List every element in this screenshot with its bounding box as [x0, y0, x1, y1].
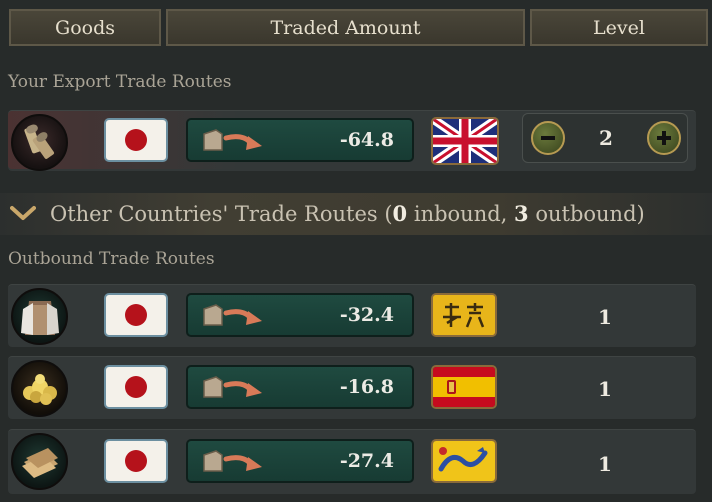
inbound-word: inbound, — [407, 202, 515, 226]
level-value: 1 — [598, 305, 612, 329]
gold-icon[interactable] — [11, 360, 68, 417]
japan-flag-icon[interactable] — [104, 118, 168, 162]
trade-arrow-icon — [203, 450, 262, 472]
level-stepper[interactable]: 2 — [522, 113, 688, 163]
inbound-count: 0 — [392, 201, 408, 226]
outbound-count: 3 — [514, 201, 529, 226]
qing-dragon-flag-icon[interactable] — [431, 439, 497, 483]
traded-amount-value: -32.4 — [339, 304, 394, 326]
japan-flag-icon[interactable] — [104, 439, 168, 483]
traded-amount-box: -27.4 — [186, 439, 414, 483]
level-value: 1 — [598, 377, 612, 401]
trade-arrow-icon — [203, 304, 262, 326]
column-header-goods[interactable]: Goods — [9, 9, 161, 46]
level-value: 2 — [599, 126, 613, 150]
column-header-goods-label: Goods — [55, 16, 115, 39]
trade-arrow-icon — [203, 376, 262, 398]
level-value: 1 — [598, 452, 612, 476]
spain-flag-icon[interactable] — [431, 365, 497, 409]
outbound-word: outbound) — [528, 202, 645, 226]
outbound-route-row[interactable]: -32.4 1 — [8, 284, 696, 347]
traded-amount-box: -64.8 — [186, 118, 414, 162]
outbound-section-title: Outbound Trade Routes — [8, 249, 215, 269]
plus-icon — [657, 131, 671, 145]
decrease-level-button[interactable] — [531, 121, 565, 155]
japan-flag-icon[interactable] — [104, 365, 168, 409]
column-header-traded-amount[interactable]: Traded Amount — [166, 9, 525, 46]
traded-amount-value: -64.8 — [339, 129, 394, 151]
traded-amount-box: -16.8 — [186, 365, 414, 409]
paper-icon[interactable] — [11, 433, 68, 490]
minus-icon — [541, 136, 555, 140]
yellow-banner-flag-icon[interactable] — [431, 293, 497, 337]
increase-level-button[interactable] — [647, 121, 681, 155]
export-section-title: Your Export Trade Routes — [8, 72, 232, 92]
outbound-route-row[interactable]: -27.4 1 — [8, 429, 696, 494]
traded-amount-value: -27.4 — [339, 450, 394, 472]
trade-arrow-icon — [203, 129, 262, 151]
traded-amount-value: -16.8 — [339, 376, 394, 398]
clothes-icon[interactable] — [11, 288, 68, 345]
other-countries-routes-toggle[interactable]: Other Countries' Trade Routes (0 inbound… — [0, 193, 712, 235]
japan-flag-icon[interactable] — [104, 293, 168, 337]
column-header-traded-amount-label: Traded Amount — [270, 16, 421, 39]
column-header-level-label: Level — [593, 16, 645, 39]
great-britain-flag-icon[interactable] — [431, 117, 499, 165]
ammunition-icon[interactable] — [11, 114, 68, 171]
other-countries-routes-title: Other Countries' Trade Routes (0 inbound… — [50, 201, 645, 226]
outbound-route-row[interactable]: -16.8 1 — [8, 356, 696, 419]
column-header-level[interactable]: Level — [530, 9, 708, 46]
other-routes-prefix: Other Countries' Trade Routes ( — [50, 202, 393, 226]
traded-amount-box: -32.4 — [186, 293, 414, 337]
chevron-down-icon — [10, 206, 36, 220]
